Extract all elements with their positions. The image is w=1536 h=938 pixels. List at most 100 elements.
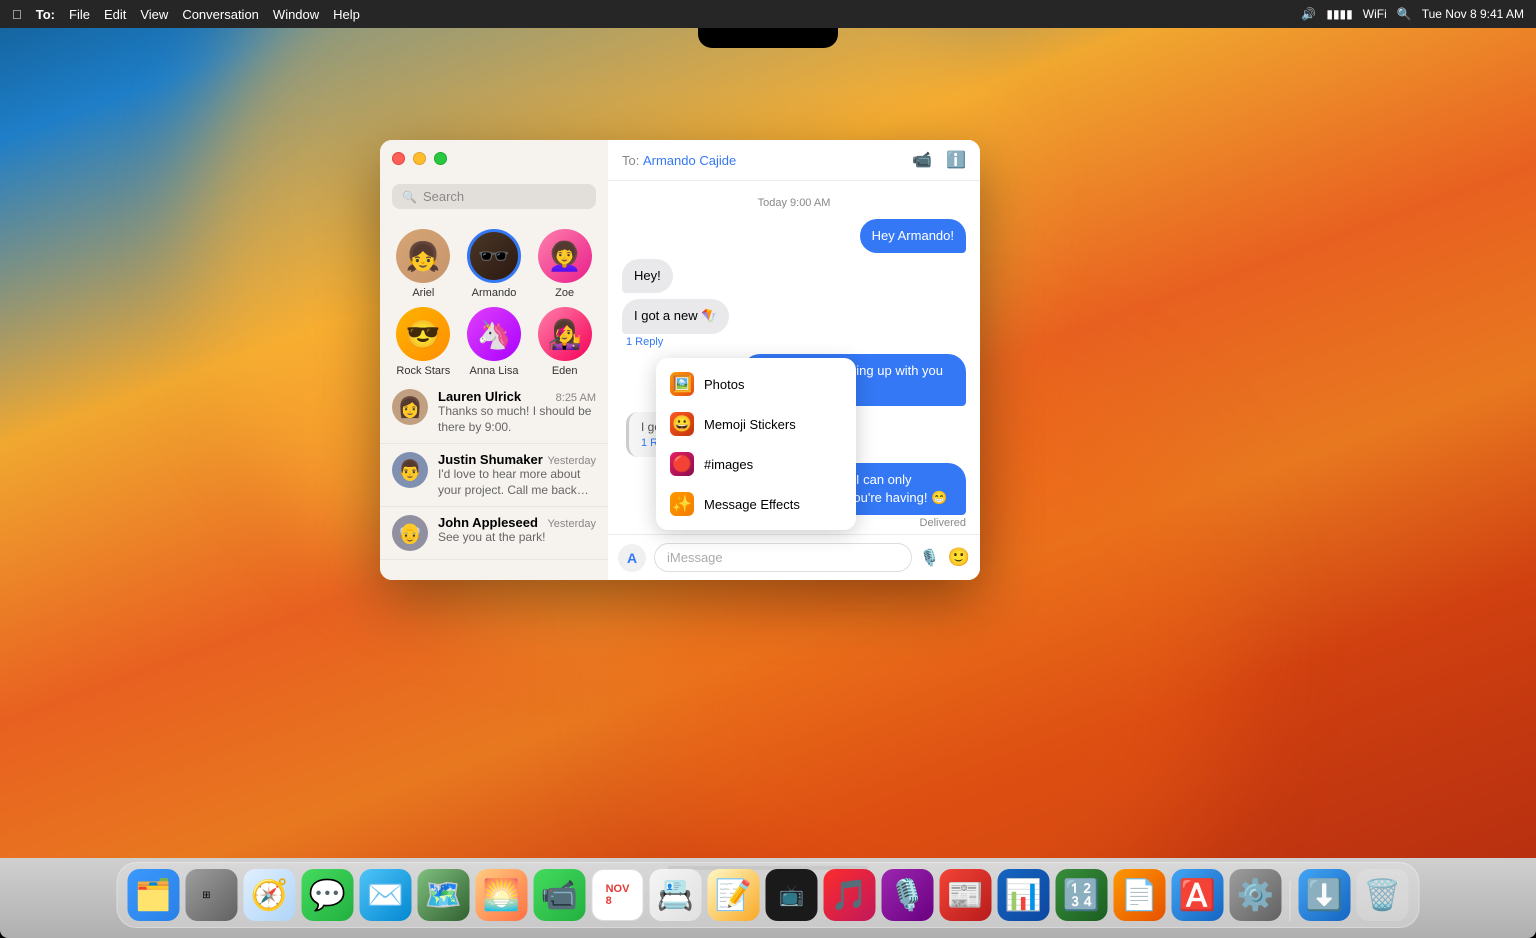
dock-item-keynote[interactable]: 📊 bbox=[998, 869, 1050, 921]
recipient-name: Armando Cajide bbox=[643, 153, 736, 168]
window-minimize-button[interactable] bbox=[413, 152, 426, 165]
avatar-eden: 👩‍🎤 bbox=[538, 307, 592, 361]
messages-window: ✏️ 🔍 Search 👧 Ariel 🕶️ Armando bbox=[380, 140, 980, 580]
message-hey-armando: Hey Armando! bbox=[860, 219, 966, 253]
messages-icon: 💬 bbox=[309, 878, 346, 913]
message-new-item: I got a new 🪁 bbox=[622, 299, 729, 333]
message-placeholder: iMessage bbox=[667, 550, 723, 565]
pinned-contacts: 👧 Ariel 🕶️ Armando 👩‍🦱 Zoe 😎 bbox=[380, 221, 608, 381]
dock-item-maps[interactable]: 🗺️ bbox=[418, 869, 470, 921]
menubar-wifi-icon: WiFi bbox=[1363, 7, 1387, 21]
conv-header-john: John Appleseed Yesterday bbox=[438, 515, 596, 530]
pinned-contact-ariel[interactable]: 👧 Ariel bbox=[392, 229, 455, 299]
delivered-label: Delivered bbox=[920, 517, 966, 529]
launchpad-icon: ⊞ bbox=[202, 890, 221, 901]
message-input-field[interactable]: iMessage bbox=[654, 543, 912, 572]
dock-item-pages[interactable]: 📄 bbox=[1114, 869, 1166, 921]
facetime-icon[interactable]: 📹 bbox=[912, 150, 932, 170]
chat-area: To: Armando Cajide 📹 ℹ️ Today 9:00 AM He… bbox=[608, 140, 980, 580]
pages-icon: 📄 bbox=[1121, 878, 1158, 913]
to-label: To: bbox=[622, 153, 643, 168]
facetime-icon: 📹 bbox=[541, 878, 578, 913]
menubar-search-icon[interactable]: 🔍 bbox=[1397, 7, 1412, 21]
photos-picker-label: Photos bbox=[704, 377, 744, 392]
dock-item-appletv[interactable]: 📺 bbox=[766, 869, 818, 921]
reply-count-1[interactable]: 1 Reply bbox=[622, 336, 663, 348]
app-picker-images[interactable]: 🔴 #images bbox=[656, 444, 856, 484]
menubar-file[interactable]: File bbox=[69, 7, 90, 22]
dock-item-podcasts[interactable]: 🎙️ bbox=[882, 869, 934, 921]
conversation-item-john[interactable]: 👴 John Appleseed Yesterday See you at th… bbox=[380, 507, 608, 560]
app-picker-popup: 🖼️ Photos 😀 Memoji Stickers 🔴 #images ✨ … bbox=[656, 358, 856, 530]
music-icon: 🎵 bbox=[831, 878, 868, 913]
avatar-annalisa: 🦄 bbox=[467, 307, 521, 361]
avatar-rockstars: 😎 bbox=[396, 307, 450, 361]
pinned-contact-eden[interactable]: 👩‍🎤 Eden bbox=[533, 307, 596, 377]
menubar-view[interactable]: View bbox=[140, 7, 168, 22]
app-picker-effects[interactable]: ✨ Message Effects bbox=[656, 484, 856, 524]
info-icon[interactable]: ℹ️ bbox=[946, 150, 966, 170]
app-picker-memoji[interactable]: 😀 Memoji Stickers bbox=[656, 404, 856, 444]
pinned-contact-rockstars[interactable]: 😎 Rock Stars bbox=[392, 307, 455, 377]
pinned-contact-annalisa[interactable]: 🦄 Anna Lisa bbox=[463, 307, 526, 377]
audio-record-icon[interactable]: 🎙️ bbox=[920, 548, 940, 568]
dock-item-finder[interactable]: 🗂️ bbox=[128, 869, 180, 921]
dock-item-migration[interactable]: ⬇️ bbox=[1299, 869, 1351, 921]
contact-name-eden: Eden bbox=[552, 365, 578, 377]
search-field[interactable]: Search bbox=[423, 189, 464, 204]
safari-icon: 🧭 bbox=[251, 878, 288, 913]
menubar-conversation[interactable]: Conversation bbox=[182, 7, 259, 22]
conversation-item-lauren[interactable]: 👩 Lauren Ulrick 8:25 AM Thanks so much! … bbox=[380, 381, 608, 444]
conv-info-justin: Justin Shumaker Yesterday I'd love to he… bbox=[438, 452, 596, 498]
conv-name-john: John Appleseed bbox=[438, 515, 538, 530]
dock-item-appstore[interactable]: 🅰️ bbox=[1172, 869, 1224, 921]
conv-preview-john: See you at the park! bbox=[438, 530, 596, 546]
dock-item-facetime[interactable]: 📹 bbox=[534, 869, 586, 921]
migration-icon: ⬇️ bbox=[1306, 878, 1343, 913]
dock-item-sysprefs[interactable]: ⚙️ bbox=[1230, 869, 1282, 921]
window-close-button[interactable] bbox=[392, 152, 405, 165]
avatar-john: 👴 bbox=[392, 515, 428, 551]
pinned-contact-zoe[interactable]: 👩‍🦱 Zoe bbox=[533, 229, 596, 299]
contact-name-zoe: Zoe bbox=[555, 287, 574, 299]
photos-icon: 🌅 bbox=[483, 878, 520, 913]
conv-name-lauren: Lauren Ulrick bbox=[438, 389, 521, 404]
dock-item-mail[interactable]: ✉️ bbox=[360, 869, 412, 921]
chat-header: To: Armando Cajide 📹 ℹ️ bbox=[608, 140, 980, 181]
menubar-window[interactable]: Window bbox=[273, 7, 319, 22]
dock-item-launchpad[interactable]: ⊞ bbox=[186, 869, 238, 921]
dock-item-trash[interactable]: 🗑️ bbox=[1357, 869, 1409, 921]
search-bar[interactable]: 🔍 Search bbox=[392, 184, 596, 209]
apple-menu[interactable]:  bbox=[12, 7, 22, 22]
pinned-contact-armando[interactable]: 🕶️ Armando bbox=[463, 229, 526, 299]
dock-item-notes[interactable]: 📝 bbox=[708, 869, 760, 921]
dock-item-numbers[interactable]: 🔢 bbox=[1056, 869, 1108, 921]
dock-item-music[interactable]: 🎵 bbox=[824, 869, 876, 921]
app-picker-photos[interactable]: 🖼️ Photos bbox=[656, 364, 856, 404]
menubar-edit[interactable]: Edit bbox=[104, 7, 126, 22]
dock-item-news[interactable]: 📰 bbox=[940, 869, 992, 921]
contacts-icon: 📇 bbox=[657, 878, 694, 913]
dock: 🗂️ ⊞ 🧭 💬 ✉️ 🗺️ 🌅 📹 NOV8 📇 📝 📺 🎵 🎙️ 📰 � bbox=[117, 862, 1420, 928]
notch bbox=[698, 28, 838, 48]
maps-icon: 🗺️ bbox=[425, 878, 462, 913]
dock-item-photos[interactable]: 🌅 bbox=[476, 869, 528, 921]
appstore-icon: 🅰️ bbox=[1179, 878, 1216, 913]
window-maximize-button[interactable] bbox=[434, 152, 447, 165]
dock-item-calendar[interactable]: NOV8 bbox=[592, 869, 644, 921]
dock-item-messages[interactable]: 💬 bbox=[302, 869, 354, 921]
menubar-volume-icon: 🔊 bbox=[1301, 7, 1316, 21]
images-picker-label: #images bbox=[704, 457, 753, 472]
appletv-icon: 📺 bbox=[779, 883, 804, 908]
images-picker-icon: 🔴 bbox=[670, 452, 694, 476]
dock-item-safari[interactable]: 🧭 bbox=[244, 869, 296, 921]
keynote-icon: 📊 bbox=[1005, 878, 1042, 913]
news-icon: 📰 bbox=[947, 878, 984, 913]
emoji-picker-icon[interactable]: 🙂 bbox=[948, 547, 970, 568]
dock-item-contacts[interactable]: 📇 bbox=[650, 869, 702, 921]
trash-icon: 🗑️ bbox=[1364, 878, 1401, 913]
conversation-item-justin[interactable]: 👨 Justin Shumaker Yesterday I'd love to … bbox=[380, 444, 608, 507]
menubar-help[interactable]: Help bbox=[333, 7, 360, 22]
conversation-list: 👩 Lauren Ulrick 8:25 AM Thanks so much! … bbox=[380, 381, 608, 580]
app-picker-button[interactable]: A bbox=[618, 544, 646, 572]
